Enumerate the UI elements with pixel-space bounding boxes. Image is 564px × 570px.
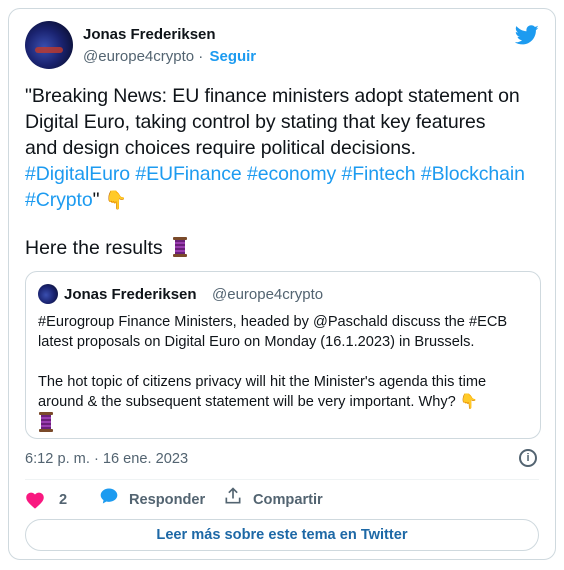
- tweet-header: Jonas Frederiksen @europe4crypto · Segui…: [25, 21, 539, 69]
- hashtag-row: #DigitalEuro #EUFinance #economy #Fintec…: [25, 161, 545, 187]
- share-button[interactable]: Compartir: [223, 486, 323, 515]
- tweet-line: Digital Euro, taking control by stating …: [25, 111, 486, 133]
- twitter-bird-icon[interactable]: [515, 23, 539, 47]
- read-more-button[interactable]: Leer más sobre este tema en Twitter: [25, 519, 539, 551]
- tweet-embed-card: Jonas Frederiksen @europe4crypto · Segui…: [8, 8, 556, 560]
- quoted-tweet[interactable]: Jonas Frederiksen @europe4crypto #Eurogr…: [25, 271, 541, 439]
- closing-quote: ": [92, 189, 100, 211]
- results-text: Here the results: [25, 237, 163, 259]
- tweet-body: "Breaking News: EU finance ministers ado…: [25, 83, 545, 213]
- reply-bubble-icon: [99, 486, 119, 515]
- hashtag-link[interactable]: #economy: [247, 163, 336, 185]
- author-handle-row: @europe4crypto · Seguir: [83, 48, 257, 65]
- hashtag-link[interactable]: #DigitalEuro: [25, 163, 130, 185]
- author-name[interactable]: Jonas Frederiksen: [83, 26, 216, 43]
- reply-label: Responder: [129, 492, 206, 508]
- hashtag-link[interactable]: #EUFinance: [135, 163, 241, 185]
- quoted-author-name: Jonas Frederiksen: [64, 286, 197, 303]
- hashtag-link[interactable]: #Fintech: [342, 163, 416, 185]
- quoted-line: latest proposals on Digital Euro on Mond…: [38, 334, 475, 350]
- action-bar: 2 Responder Compartir: [25, 486, 539, 515]
- author-handle[interactable]: @europe4crypto: [83, 48, 194, 65]
- follow-link[interactable]: Seguir: [209, 48, 256, 65]
- heart-icon: [25, 491, 45, 509]
- pointing-down-emoji: 👇: [104, 190, 128, 210]
- quoted-author-avatar: [38, 284, 58, 304]
- hashtag-link[interactable]: #Crypto: [25, 189, 93, 211]
- results-line: Here the results: [25, 235, 188, 261]
- info-icon[interactable]: i: [519, 449, 537, 467]
- quoted-author-handle: @europe4crypto: [212, 286, 324, 303]
- hashtag-link[interactable]: #Blockchain: [421, 163, 525, 185]
- pointing-down-emoji: 👇: [459, 394, 478, 410]
- author-avatar[interactable]: [25, 21, 73, 69]
- reply-button[interactable]: Responder: [99, 487, 205, 513]
- share-label: Compartir: [253, 492, 323, 508]
- quoted-line: The hot topic of citizens privacy will h…: [38, 374, 487, 390]
- thread-spool-emoji: [38, 412, 54, 432]
- like-button[interactable]: 2: [25, 487, 67, 513]
- share-icon: [223, 486, 243, 515]
- quoted-line-with-emoji: around & the subsequent statement will b…: [38, 394, 478, 410]
- tweet-line: and design choices require political dec…: [25, 137, 416, 159]
- thread-spool-emoji: [172, 237, 188, 257]
- quoted-line: [38, 412, 528, 435]
- hashtag-row: #Crypto" 👇: [25, 187, 545, 213]
- like-count: 2: [59, 492, 68, 508]
- tweet-line: "Breaking News: EU finance ministers ado…: [25, 85, 520, 107]
- divider: [25, 479, 539, 480]
- quoted-line: #Eurogroup Finance Ministers, headed by …: [38, 314, 508, 330]
- tweet-timestamp[interactable]: 6:12 p. m. · 16 ene. 2023: [25, 451, 188, 467]
- quoted-tweet-text: #Eurogroup Finance Ministers, headed by …: [38, 312, 528, 435]
